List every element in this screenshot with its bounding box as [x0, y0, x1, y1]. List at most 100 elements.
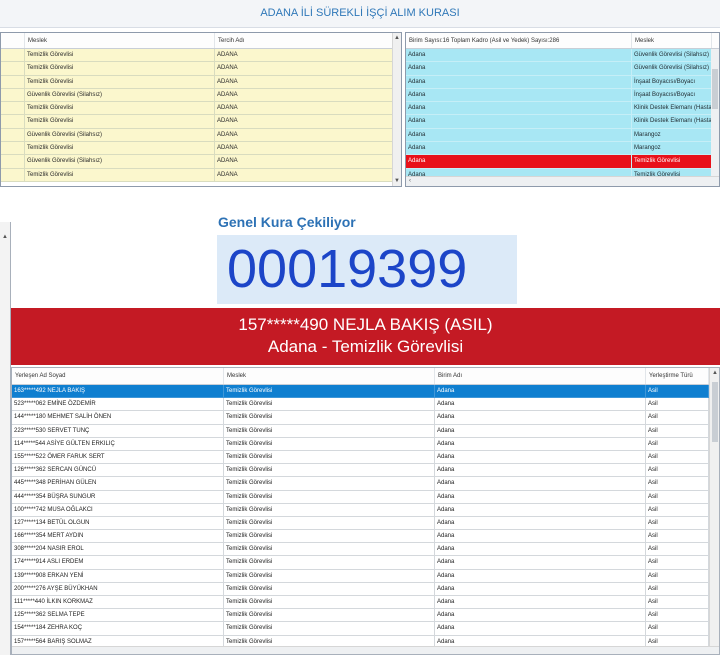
table-cell: Temizlik Görevlisi — [224, 530, 435, 544]
scroll-up-arrow-icon[interactable]: ▲ — [712, 370, 718, 376]
row-header-cell[interactable] — [1, 115, 25, 129]
table-row[interactable]: Temizlik Görevlisi ADANA — [1, 75, 401, 89]
column-header-birim-adi[interactable]: Birim Adı — [435, 368, 646, 384]
column-header-meslek[interactable]: Meslek — [25, 33, 215, 48]
table-cell: Asil — [646, 464, 709, 478]
scrollbar-thumb[interactable] — [712, 382, 718, 442]
row-header-cell[interactable] — [1, 155, 25, 169]
table-row[interactable]: Adana Klinik Destek Elemanı (Hastan — [406, 115, 719, 129]
table-row[interactable]: 111*****440 İLKIN KORKMAZ Temizlik Görevl… — [12, 596, 719, 610]
table-cell: Adana — [435, 385, 646, 399]
table-cell: ADANA — [215, 62, 393, 76]
table-cell: Asil — [646, 596, 709, 610]
row-header-cell[interactable] — [1, 142, 25, 156]
table-row[interactable]: 154*****184 ZEHRA KOÇ Temizlik Görevlisi A… — [12, 622, 719, 636]
table-cell: Adana — [435, 503, 646, 517]
scrollbar-thumb[interactable] — [712, 69, 718, 109]
row-header-cell[interactable] — [1, 49, 25, 63]
table-row[interactable]: Adana Marangoz — [406, 142, 719, 156]
scroll-up-arrow-icon[interactable]: ▲ — [2, 234, 8, 240]
table-row[interactable]: Temizlik Görevlisi ADANA — [1, 115, 401, 129]
column-header-birim[interactable]: Birim Sayısı:16 Toplam Kadro (Asil ve Ye… — [406, 33, 632, 48]
table-cell: Adana — [406, 49, 632, 63]
table-row[interactable]: 523*****062 EMİNE ÖZDEMİR Temizlik Görevl… — [12, 398, 719, 412]
table-cell: Adana — [435, 411, 646, 425]
row-header-cell[interactable] — [1, 88, 25, 103]
table-cell: ADANA — [215, 49, 393, 63]
table-cell: ADANA — [215, 75, 393, 89]
table-row[interactable]: Temizlik Görevlisi ADANA — [1, 49, 401, 63]
table-row[interactable]: 444*****354 BÜŞRA SUNGUR Temizlik Görevli… — [12, 490, 719, 504]
column-header-yerlesen[interactable]: Yerleşen Ad Soyad — [12, 368, 224, 384]
table-row[interactable]: Güvenlik Görevlisi (Silahsız) ADANA — [1, 88, 401, 103]
table-cell: 111*****440 İLKIN KORKMAZ — [12, 596, 224, 610]
results-grid[interactable]: Yerleşen Ad Soyad Meslek Birim Adı Yerle… — [11, 367, 720, 655]
vertical-scrollbar[interactable]: ▲ ▼ — [392, 33, 401, 186]
table-cell: Temizlik Görevlisi — [25, 115, 215, 129]
horizontal-scrollbar[interactable] — [12, 646, 719, 654]
table-cell: Asil — [646, 556, 709, 570]
table-row[interactable]: Güvenlik Görevlisi (Silahsız) ADANA — [1, 128, 401, 143]
table-row[interactable]: 100*****742 MUSA OĞLAKCI Temizlik Görevli… — [12, 503, 719, 517]
table-cell: Güvenlik Görevlisi (Silahsız) — [25, 128, 215, 143]
table-row[interactable]: 445*****348 PERİHAN GÜLEN Temizlik Görevl… — [12, 477, 719, 491]
column-header-meslek[interactable]: Meslek — [224, 368, 435, 384]
table-row[interactable]: 166*****354 MERT AYDIN Temizlik Görevlisi… — [12, 530, 719, 544]
table-row[interactable]: Adana Marangoz — [406, 128, 719, 143]
row-header-cell[interactable] — [1, 75, 25, 89]
table-row[interactable]: 126*****362 SERCAN GÜNCÜ Temizlik Görevli… — [12, 464, 719, 478]
table-cell: Asil — [646, 609, 709, 623]
table-row[interactable]: 144*****180 MEHMET SALİH ÖNEN Temizlik Gö… — [12, 411, 719, 425]
winner-name: 157*****490 NEJLA BAKIŞ (ASIL) — [238, 315, 493, 334]
row-header-cell[interactable] — [1, 168, 25, 182]
table-row[interactable]: Temizlik Görevlisi ADANA — [1, 102, 401, 116]
table-cell: Adana — [435, 556, 646, 570]
table-row[interactable]: Adana Güvenlik Görevlisi (Silahsız) — [406, 62, 719, 76]
table-row[interactable]: Adana İnşaat Boyacısı/Boyacı — [406, 75, 719, 89]
vertical-scrollbar[interactable]: ▲ — [709, 368, 719, 654]
table-row[interactable]: Adana Klinik Destek Elemanı (Hastan — [406, 102, 719, 116]
table-cell: Güvenlik Görevlisi (Silahsız) — [632, 62, 712, 76]
table-row[interactable]: 200*****276 AYŞE BÜYÜKHAN Temizlik Görevl… — [12, 582, 719, 596]
app-title: ADANA İLİ SÜREKLİ İŞÇİ ALIM KURASI — [0, 0, 720, 28]
vertical-scrollbar[interactable] — [711, 49, 719, 176]
table-row[interactable]: Adana İnşaat Boyacısı/Boyacı — [406, 88, 719, 103]
table-row[interactable]: 114*****544 ASİYE GÜLTEN ERKILIÇ Temizlik… — [12, 437, 719, 451]
table-cell: Adana — [435, 516, 646, 531]
table-row[interactable]: 223*****530 SERVET TUNÇ Temizlik Görevlis… — [12, 424, 719, 438]
table-row[interactable]: Adana Güvenlik Görevlisi (Silahsız) — [406, 49, 719, 63]
table-row[interactable]: 139*****908 ERKAN YENİ Temizlik Görevlisi… — [12, 569, 719, 583]
row-header-cell[interactable] — [1, 102, 25, 116]
table-cell: Klinik Destek Elemanı (Hastan — [632, 102, 712, 116]
table-row[interactable]: Güvenlik Görevlisi (Silahsız) ADANA — [1, 155, 401, 169]
column-header-tercih-adi[interactable]: Tercih Adı — [215, 33, 393, 48]
horizontal-scrollbar[interactable]: ‹ — [406, 176, 719, 186]
table-cell: Temizlik Görevlisi — [224, 385, 435, 399]
row-header-cell[interactable] — [1, 128, 25, 143]
table-row[interactable]: 174*****914 ASLI ERDEM Temizlik Görevlisi… — [12, 556, 719, 570]
table-row[interactable]: Temizlik Görevlisi ADANA — [1, 142, 401, 156]
table-row[interactable]: 155*****522 ÖMER FARUK SERT Temizlik Göre… — [12, 450, 719, 465]
table-row[interactable]: 125*****362 SELMA TEPE Temizlik Görevlisi… — [12, 609, 719, 623]
grid-header: Meslek Tercih Adı — [1, 33, 401, 49]
table-row[interactable]: 127*****134 BETÜL OLGUN Temizlik Görevlis… — [12, 516, 719, 531]
left-scroll-strip[interactable]: ▲ — [0, 222, 11, 655]
table-cell: Temizlik Görevlisi — [224, 503, 435, 517]
unit-grid[interactable]: Birim Sayısı:16 Toplam Kadro (Asil ve Ye… — [405, 32, 720, 187]
table-row[interactable]: Temizlik Görevlisi ADANA — [1, 62, 401, 76]
scroll-down-arrow-icon[interactable]: ▼ — [394, 178, 400, 184]
table-row[interactable]: 308*****204 NASIR EROL Temizlik Görevlisi… — [12, 543, 719, 557]
winner-placement: Adana - Temizlik Görevlisi — [267, 337, 464, 356]
row-header-cell[interactable] — [1, 62, 25, 76]
row-header-corner — [1, 33, 25, 48]
table-cell: Temizlik Görevlisi — [224, 490, 435, 504]
scroll-up-arrow-icon[interactable]: ▲ — [394, 35, 400, 41]
table-row[interactable]: Adana Temizlik Görevlisi — [406, 155, 719, 169]
table-row[interactable]: Temizlik Görevlisi ADANA — [1, 168, 401, 182]
table-row[interactable]: 163*****492 NEJLA BAKIŞ Temizlik Görevlis… — [12, 385, 719, 399]
scroll-left-arrow-icon[interactable]: ‹ — [409, 178, 411, 184]
column-header-meslek[interactable]: Meslek — [632, 33, 712, 48]
column-header-yerlestirme-turu[interactable]: Yerleştirme Türü — [646, 368, 709, 384]
profession-preference-grid[interactable]: Meslek Tercih Adı Temizlik Görevlisi ADAN… — [0, 32, 402, 187]
table-cell: 127*****134 BETÜL OLGUN — [12, 516, 224, 531]
